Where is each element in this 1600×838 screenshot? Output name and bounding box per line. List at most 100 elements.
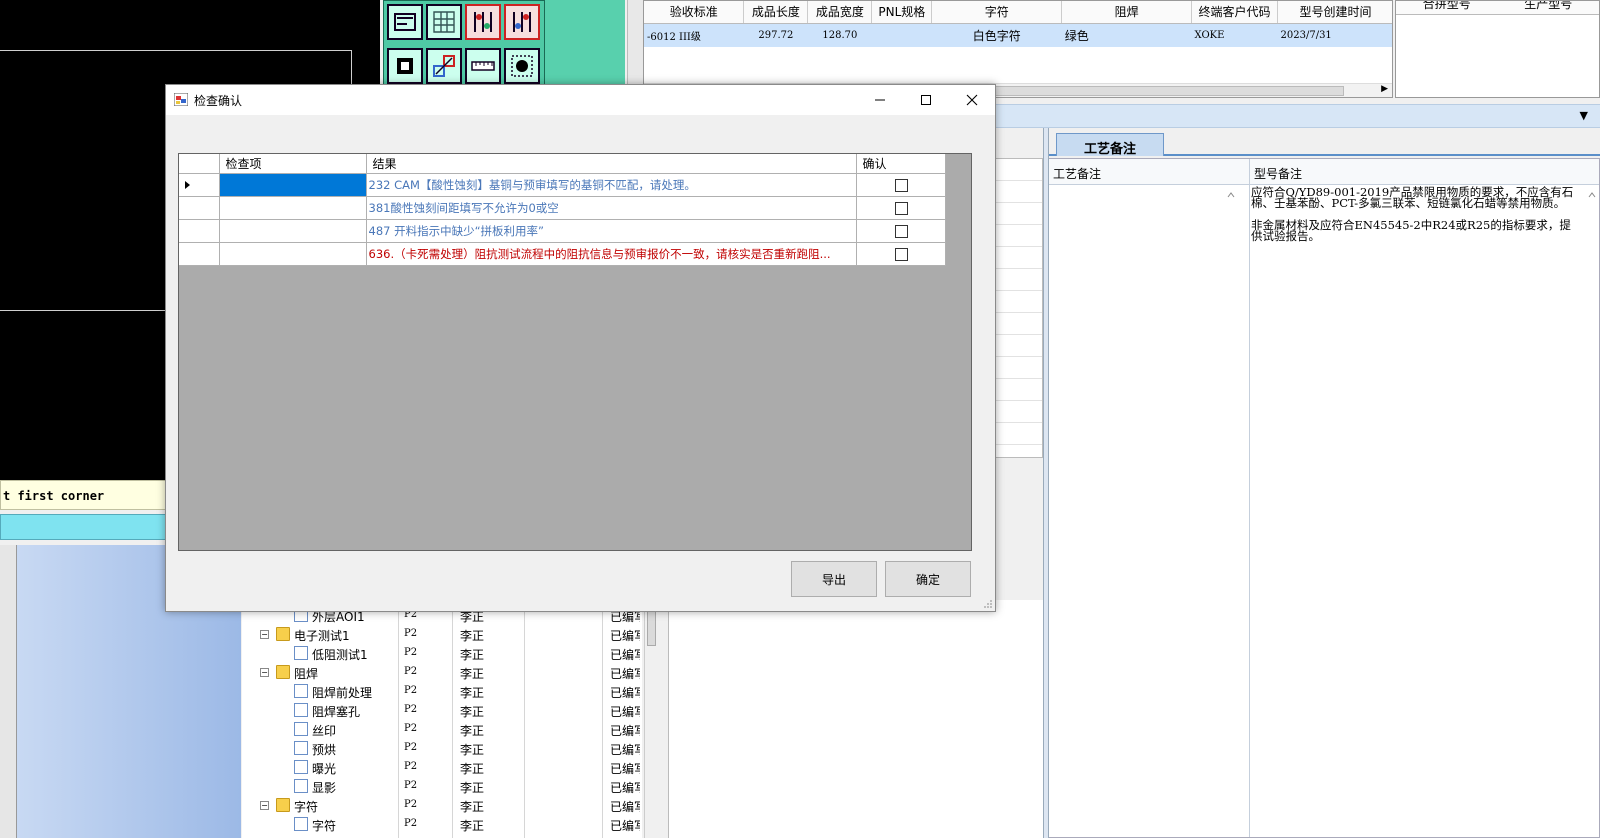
row-header[interactable] xyxy=(179,196,220,220)
result-cell[interactable]: 636.（卡死需处理）阻抗测试流程中的阻抗信息与预审报价不一致，请核实是否重新跑… xyxy=(366,242,857,266)
check-results-grid: 检查项 结果 确认 232 CAM【酸性蚀刻】基铜与预审填写的基铜不匹配，请处理… xyxy=(178,153,972,551)
tree-cell-c2: P2 xyxy=(404,818,418,829)
cell-length[interactable]: 297.72 xyxy=(743,23,808,47)
col-header-soldermask[interactable]: 阻焊 xyxy=(1061,1,1193,24)
notes-scrollbar[interactable] xyxy=(1225,187,1237,837)
tree-cell-c5: 已编写 xyxy=(610,705,640,719)
col-header-confirm[interactable]: 确认 xyxy=(856,154,946,174)
tab-process-notes[interactable]: 工艺备注 xyxy=(1056,133,1164,157)
cell-soldermask[interactable]: 绿色 xyxy=(1061,23,1192,47)
tree-cell-c2: P2 xyxy=(404,780,418,791)
tree-cell-c3: 李正 xyxy=(460,743,485,757)
resize-grip-icon[interactable] xyxy=(983,599,993,609)
confirm-cell[interactable] xyxy=(856,242,946,266)
select-tool-icon[interactable] xyxy=(504,48,540,84)
col-header-production-model[interactable]: 生产型号 xyxy=(1498,1,1600,14)
cad-line xyxy=(0,310,170,311)
edit-tool-icon[interactable] xyxy=(387,4,423,40)
tree-scrollbar[interactable] xyxy=(644,606,658,838)
model-notes-scrollbar[interactable] xyxy=(1585,187,1599,837)
cell-customer-code[interactable]: XOKE xyxy=(1191,23,1278,47)
col-header-check-item[interactable]: 检查项 xyxy=(219,154,367,174)
result-cell[interactable]: 232 CAM【酸性蚀刻】基铜与预审填写的基铜不匹配，请处理。 xyxy=(366,173,857,197)
shape-tool-icon[interactable] xyxy=(426,48,462,84)
minimize-button[interactable] xyxy=(857,85,903,115)
tree-file-node[interactable]: 阻焊前处理 P2 李正 已编写 xyxy=(242,682,642,701)
col-header-silkscreen[interactable]: 字符 xyxy=(931,1,1063,24)
row-header[interactable] xyxy=(179,242,220,266)
scrollbar-thumb[interactable] xyxy=(647,606,656,646)
col-header-pnl[interactable]: PNL规格 xyxy=(871,1,933,24)
confirm-cell[interactable] xyxy=(856,219,946,243)
cell-width[interactable]: 128.70 xyxy=(807,23,872,47)
model-notes-header: 型号备注 xyxy=(1249,159,1599,185)
confirm-button[interactable]: 确定 xyxy=(885,561,971,597)
collapse-icon[interactable]: − xyxy=(260,630,269,639)
table-row[interactable]: 232 CAM【酸性蚀刻】基铜与预审填写的基铜不匹配，请处理。 xyxy=(179,173,946,197)
check-item-cell[interactable] xyxy=(219,219,367,243)
col-header-result[interactable]: 结果 xyxy=(366,154,857,174)
confirm-cell[interactable] xyxy=(856,196,946,220)
tree-node-label: 低阻测试1 xyxy=(312,648,368,662)
scroll-right-icon[interactable]: ▶ xyxy=(1381,84,1388,94)
tree-file-node[interactable]: 阻焊塞孔 P2 李正 已编写 xyxy=(242,701,642,720)
tree-folder-node[interactable]: − 电子测试1 P2 李正 已编写 xyxy=(242,625,642,644)
row-header[interactable] xyxy=(179,219,220,243)
confirm-checkbox[interactable] xyxy=(895,247,908,261)
col-header-customer-code[interactable]: 终端客户代码 xyxy=(1191,1,1279,24)
table-row[interactable]: 381酸性蚀刻间距填写不允许为0或空 xyxy=(179,196,946,220)
cell-created[interactable]: 2023/7/31 xyxy=(1277,23,1392,47)
tree-file-node[interactable]: 预烘 P2 李正 已编写 xyxy=(242,739,642,758)
confirm-checkbox[interactable] xyxy=(895,224,908,238)
route-tool-icon[interactable] xyxy=(504,4,540,40)
toolbar-scrollbar[interactable] xyxy=(627,0,643,86)
cell-pnl[interactable] xyxy=(871,23,932,47)
table-row[interactable]: 487 开料指示中缺少“拼板利用率” xyxy=(179,219,946,243)
close-button[interactable] xyxy=(949,85,995,115)
panel-splitter[interactable] xyxy=(1043,128,1049,838)
col-header-length[interactable]: 成品长度 xyxy=(743,1,809,24)
col-header-merge-model[interactable]: 合拼型号 xyxy=(1396,1,1498,14)
export-button[interactable]: 导出 xyxy=(791,561,877,597)
layer-tool-icon[interactable] xyxy=(465,4,501,40)
check-item-cell[interactable] xyxy=(219,196,367,220)
collapse-icon[interactable]: − xyxy=(260,668,269,677)
cell-standard[interactable]: -6012 III级 xyxy=(644,23,744,47)
tree-folder-node[interactable]: − 字符 P2 李正 已编写 xyxy=(242,796,642,815)
confirm-checkbox[interactable] xyxy=(895,201,908,215)
result-cell[interactable]: 381酸性蚀刻间距填写不允许为0或空 xyxy=(366,196,857,220)
check-item-cell[interactable] xyxy=(219,173,367,197)
col-header-created[interactable]: 型号创建时间 xyxy=(1277,1,1392,24)
row-header[interactable] xyxy=(179,173,220,197)
fill-tool-icon[interactable] xyxy=(387,48,423,84)
notes-panel: 工艺备注 型号备注 应符合Q/YD89-001-2019产品禁限用物质的要求，不… xyxy=(1048,158,1600,838)
check-item-cell[interactable] xyxy=(219,242,367,266)
col-header-width[interactable]: 成品宽度 xyxy=(807,1,873,24)
cad-toolbar xyxy=(383,0,545,86)
col-header-standard[interactable]: 验收标准 xyxy=(644,1,745,24)
table-row[interactable]: -6012 III级 297.72 128.70 白色字符 绿色 XOKE 20… xyxy=(644,23,1392,47)
tree-folder-node[interactable]: − 阻焊 P2 李正 已编写 xyxy=(242,663,642,682)
scrollbar-thumb[interactable] xyxy=(994,86,1344,96)
ruler-tool-icon[interactable] xyxy=(465,48,501,84)
tree-file-node[interactable]: 丝印 P2 李正 已编写 xyxy=(242,720,642,739)
document-icon xyxy=(294,741,308,755)
confirm-checkbox[interactable] xyxy=(895,178,908,192)
maximize-button[interactable] xyxy=(903,85,949,115)
grid-tool-icon[interactable] xyxy=(426,4,462,40)
chevron-down-icon[interactable]: ▼ xyxy=(1580,109,1588,122)
cad-command-bar[interactable] xyxy=(0,514,170,540)
dialog-titlebar[interactable]: 检查确认 xyxy=(166,85,995,115)
confirm-cell[interactable] xyxy=(856,173,946,197)
result-cell[interactable]: 487 开料指示中缺少“拼板利用率” xyxy=(366,219,857,243)
tree-cell-c3: 李正 xyxy=(460,819,485,833)
model-notes-text[interactable]: 应符合Q/YD89-001-2019产品禁限用物质的要求，不应含有石棉、壬基苯酚… xyxy=(1251,186,1577,242)
tree-file-node[interactable]: 字符 P2 李正 已编写 xyxy=(242,815,642,834)
cell-silkscreen[interactable]: 白色字符 xyxy=(931,23,1062,47)
tree-file-node[interactable]: 曝光 P2 李正 已编写 xyxy=(242,758,642,777)
collapse-icon[interactable]: − xyxy=(260,801,269,810)
tree-file-node[interactable]: 低阻测试1 P2 李正 已编写 xyxy=(242,644,642,663)
current-row-arrow-icon xyxy=(185,180,190,189)
table-row[interactable]: 636.（卡死需处理）阻抗测试流程中的阻抗信息与预审报价不一致，请核实是否重新跑… xyxy=(179,242,946,266)
tree-file-node[interactable]: 显影 P2 李正 已编写 xyxy=(242,777,642,796)
